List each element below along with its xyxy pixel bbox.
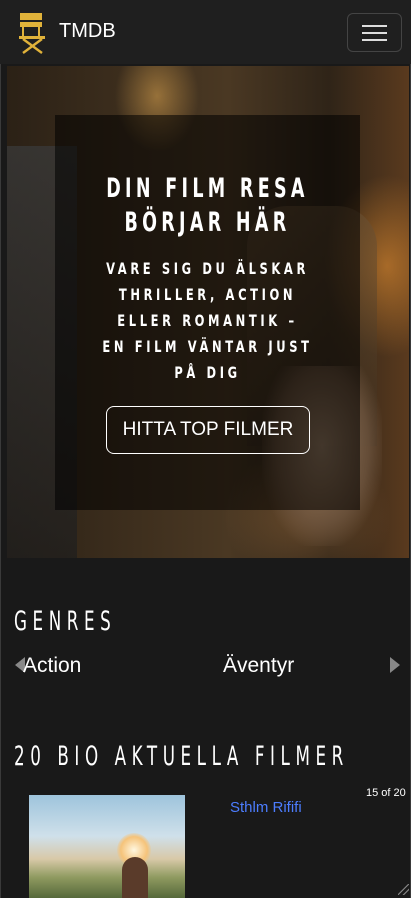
genre-item-aventyr[interactable]: Äventyr [223,654,294,678]
poster-figure-decoration [122,857,148,898]
brand-name[interactable]: TMDB [59,20,116,43]
movie-title-link[interactable]: Sthlm Rififi [230,799,302,816]
resize-handle-icon[interactable] [398,884,409,895]
menu-toggle-button[interactable] [347,13,402,52]
hamburger-icon [362,25,387,27]
hero-subtitle: VARE SIG DU ÄLSKAR THRILLER, ACTION ELLE… [102,259,313,382]
navbar: TMDB [0,0,411,64]
genres-heading: GENRES [14,606,117,637]
hero-title: DIN FILM RESA BÖRJAR HÄR [106,173,309,238]
genre-item-action[interactable]: Action [23,654,81,678]
director-chair-icon[interactable] [18,12,48,54]
movies-heading: 20 BIO AKTUELLA FILMER [14,741,349,772]
chevron-right-icon[interactable] [390,657,400,673]
movie-poster[interactable] [29,795,185,898]
movie-counter: 15 of 20 [366,787,406,799]
find-top-movies-button[interactable]: HITTA TOP FILMER [106,406,310,454]
